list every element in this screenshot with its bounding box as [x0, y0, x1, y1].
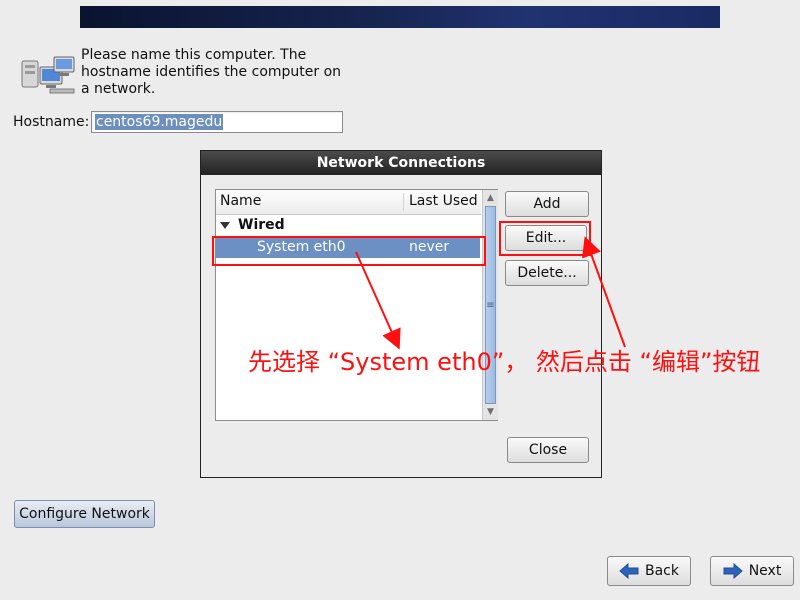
scroll-down-icon[interactable]: ▼: [483, 404, 498, 420]
add-button[interactable]: Add: [505, 191, 589, 217]
intro-text: Please name this computer. The hostname …: [81, 47, 342, 97]
triangle-down-icon[interactable]: [220, 222, 230, 229]
header-banner: [80, 6, 720, 28]
column-last-used[interactable]: Last Used: [403, 193, 478, 211]
highlight-row-box: [212, 236, 486, 266]
wired-group-label: Wired: [238, 217, 285, 233]
right-arrow-icon: [723, 563, 743, 579]
delete-button[interactable]: Delete...: [505, 260, 589, 286]
next-button[interactable]: Next: [710, 556, 794, 586]
back-label: Back: [645, 563, 679, 579]
next-label: Next: [748, 563, 782, 579]
dialog-title: Network Connections: [201, 151, 601, 175]
column-name[interactable]: Name: [220, 193, 261, 209]
close-button[interactable]: Close: [507, 437, 589, 463]
connections-list[interactable]: Name Last Used Wired System eth0 never ▲…: [215, 189, 498, 421]
network-computers-icon: [21, 56, 75, 94]
hostname-label: Hostname:: [13, 114, 90, 130]
network-connections-dialog: Network Connections Name Last Used Wired…: [200, 150, 602, 478]
left-arrow-icon: [619, 563, 639, 579]
highlight-edit-box: [499, 221, 591, 256]
hostname-input[interactable]: centos69.magedu: [91, 111, 343, 133]
configure-network-button[interactable]: Configure Network: [14, 500, 155, 528]
wired-group-row[interactable]: Wired: [220, 217, 285, 233]
list-scrollbar[interactable]: ▲ ≡ ▼: [482, 190, 498, 420]
hostname-value: centos69.magedu: [95, 114, 224, 130]
list-header: Name Last Used: [216, 190, 481, 215]
annotation-text: 先选择 “System eth0”， 然后点击 “编辑”按钮: [248, 348, 761, 376]
scroll-up-icon[interactable]: ▲: [483, 190, 498, 206]
back-button[interactable]: Back: [607, 556, 691, 586]
